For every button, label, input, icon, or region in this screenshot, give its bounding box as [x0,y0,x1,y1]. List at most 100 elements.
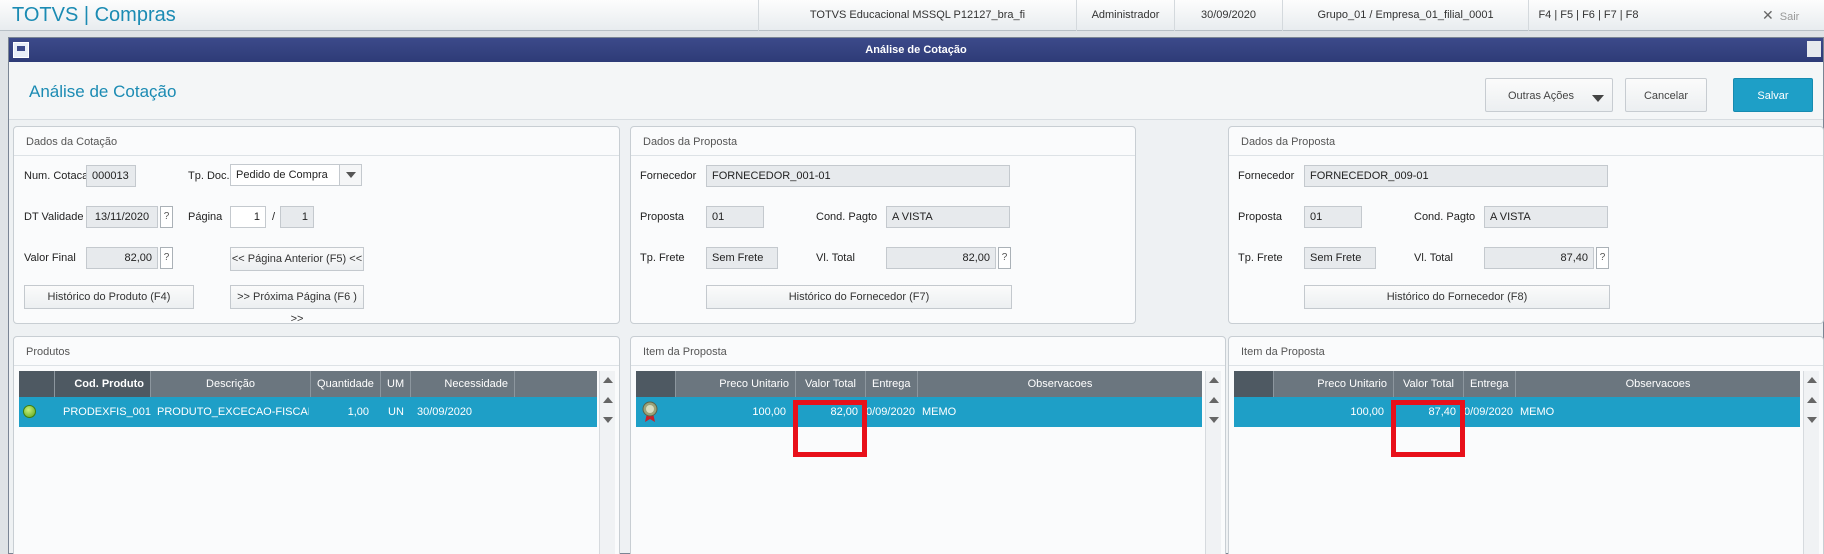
column-header[interactable]: Valor Total [1394,371,1464,397]
valor-total-highlight [793,400,867,457]
valor-final-label: Valor Final [24,252,76,264]
proposta-field[interactable]: 01 [706,206,764,228]
item-proposta-panel-2: Item da Proposta Preco Unitario Valor To… [1228,336,1824,554]
tp-frete-field[interactable]: Sem Frete [1304,247,1376,269]
column-header[interactable]: Entrega [1464,371,1516,397]
produtos-grid-header: Cod. Produto Descrição Quantidade UM Nec… [19,371,597,397]
cell-um: UN [388,406,404,418]
window-title-bar: Análise de Cotação [9,38,1823,62]
other-actions-button[interactable]: Outras Ações [1485,78,1613,112]
app-brand: TOTVS | Compras [12,4,176,26]
scroll-up-icon[interactable] [603,397,613,403]
supplier-history-button[interactable]: Histórico do Fornecedor (F7) [706,285,1012,309]
cell-entrega: 0/09/2020 [1464,406,1513,418]
pagina-current-field[interactable]: 1 [230,206,266,228]
valor-final-field[interactable]: 82,00 [86,247,158,269]
column-header[interactable]: Observacoes [918,371,1202,397]
divider [14,365,619,366]
scroll-down-icon[interactable] [1209,417,1219,423]
date-label: 30/09/2020 [1174,0,1282,31]
item-grid-header: Preco Unitario Valor Total Entrega Obser… [636,371,1202,397]
product-history-button[interactable]: Histórico do Produto (F4) [24,285,194,309]
chevron-down-icon [1592,95,1604,102]
cell-preco-unitario: 100,00 [752,406,786,418]
panel-title: Dados da Cotação [26,136,118,148]
table-row[interactable]: 100,00 87,40 0/09/2020 MEMO [1234,397,1800,427]
divider [631,155,1135,156]
chevron-down-icon[interactable] [339,165,361,185]
exit-label: Sair [1779,11,1800,23]
panel-title: Dados da Proposta [1241,136,1336,148]
column-header[interactable]: UM [381,371,411,397]
panel-title: Item da Proposta [1241,346,1325,358]
column-header[interactable]: Entrega [866,371,918,397]
pagina-label: Página [188,211,223,223]
vertical-scrollbar[interactable] [599,371,615,554]
tp-frete-label: Tp. Frete [640,252,685,264]
cond-pagto-field[interactable]: A VISTA [886,206,1010,228]
page-title: Análise de Cotação [29,82,177,101]
item-grid-header: Preco Unitario Valor Total Entrega Obser… [1234,371,1800,397]
cond-pagto-field[interactable]: A VISTA [1484,206,1608,228]
shortcuts-label: F4 | F5 | F6 | F7 | F8 [1528,0,1648,31]
next-page-button[interactable]: >> Próxima Página (F6 ) >> [230,285,364,325]
column-header[interactable]: Observacoes [1516,371,1800,397]
tp-doc-select[interactable]: Pedido de Compra [230,164,362,186]
column-header[interactable]: Necessidade [411,371,515,397]
cell-cod-produto: PRODEXFIS_001 [63,406,151,418]
proposta-label: Proposta [1238,211,1283,223]
scroll-top-icon[interactable] [603,377,613,383]
scroll-up-icon[interactable] [1209,397,1219,403]
cancel-button[interactable]: Cancelar [1625,78,1707,112]
column-header[interactable]: Preco Unitario [676,371,796,397]
vl-total-field[interactable]: 87,40 [1484,247,1594,269]
divider [1229,155,1823,156]
fornecedor-field[interactable]: FORNECEDOR_001-01 [706,165,1010,187]
vl-total-label: Vl. Total [816,252,855,264]
column-header[interactable]: Cod. Produto [55,371,151,397]
divider [1229,365,1823,366]
status-green-icon [23,405,36,418]
table-row[interactable]: 100,00 82,00 0/09/2020 MEMO [636,397,1202,427]
scroll-up-icon[interactable] [1807,397,1817,403]
tp-frete-field[interactable]: Sem Frete [706,247,778,269]
window-scroll-handle[interactable] [1807,41,1821,57]
panel-title: Produtos [26,346,71,358]
column-header[interactable]: Descrição [151,371,311,397]
scroll-top-icon[interactable] [1807,377,1817,383]
help-button[interactable]: ? [160,206,173,228]
table-row[interactable]: PRODEXFIS_001 PRODUTO_EXCECAO-FISCAL_001… [19,397,597,427]
dt-validade-field[interactable]: 13/11/2020 [86,206,158,228]
fornecedor-field[interactable]: FORNECEDOR_009-01 [1304,165,1608,187]
proposta-field[interactable]: 01 [1304,206,1362,228]
help-button[interactable]: ? [160,247,173,269]
help-button[interactable]: ? [1596,247,1609,269]
vl-total-field[interactable]: 82,00 [886,247,996,269]
tp-frete-label: Tp. Frete [1238,252,1283,264]
column-header[interactable]: Quantidade [311,371,381,397]
top-bar: TOTVS | Compras TOTVS Educacional MSSQL … [0,0,1824,31]
pagina-separator: / [272,211,276,223]
scroll-top-icon[interactable] [1209,377,1219,383]
proposta-panel-1: Dados da Proposta Fornecedor FORNECEDOR_… [630,126,1136,324]
vertical-scrollbar[interactable] [1205,371,1221,554]
previous-page-button[interactable]: << Página Anterior (F5) << [230,247,364,271]
column-header[interactable]: Preco Unitario [1274,371,1394,397]
column-header[interactable]: Valor Total [796,371,866,397]
num-cotacao-label: Num. Cotacao [24,170,95,182]
save-button[interactable]: Salvar [1733,78,1813,112]
vertical-scrollbar[interactable] [1803,371,1819,554]
num-cotacao-field[interactable]: 000013 [86,165,136,187]
supplier-history-button[interactable]: Histórico do Fornecedor (F8) [1304,285,1610,309]
cell-observacoes: MEMO [922,406,957,418]
scroll-down-icon[interactable] [603,417,613,423]
medal-icon [642,401,658,422]
tp-doc-value: Pedido de Compra [236,169,328,181]
exit-button[interactable]: ✕ Sair [1762,0,1799,31]
cell-entrega: 0/09/2020 [866,406,915,418]
cell-quantidade: 1,00 [347,406,369,418]
help-button[interactable]: ? [998,247,1011,269]
user-label: Administrador [1076,0,1174,31]
close-icon: ✕ [1762,7,1774,23]
scroll-down-icon[interactable] [1807,417,1817,423]
